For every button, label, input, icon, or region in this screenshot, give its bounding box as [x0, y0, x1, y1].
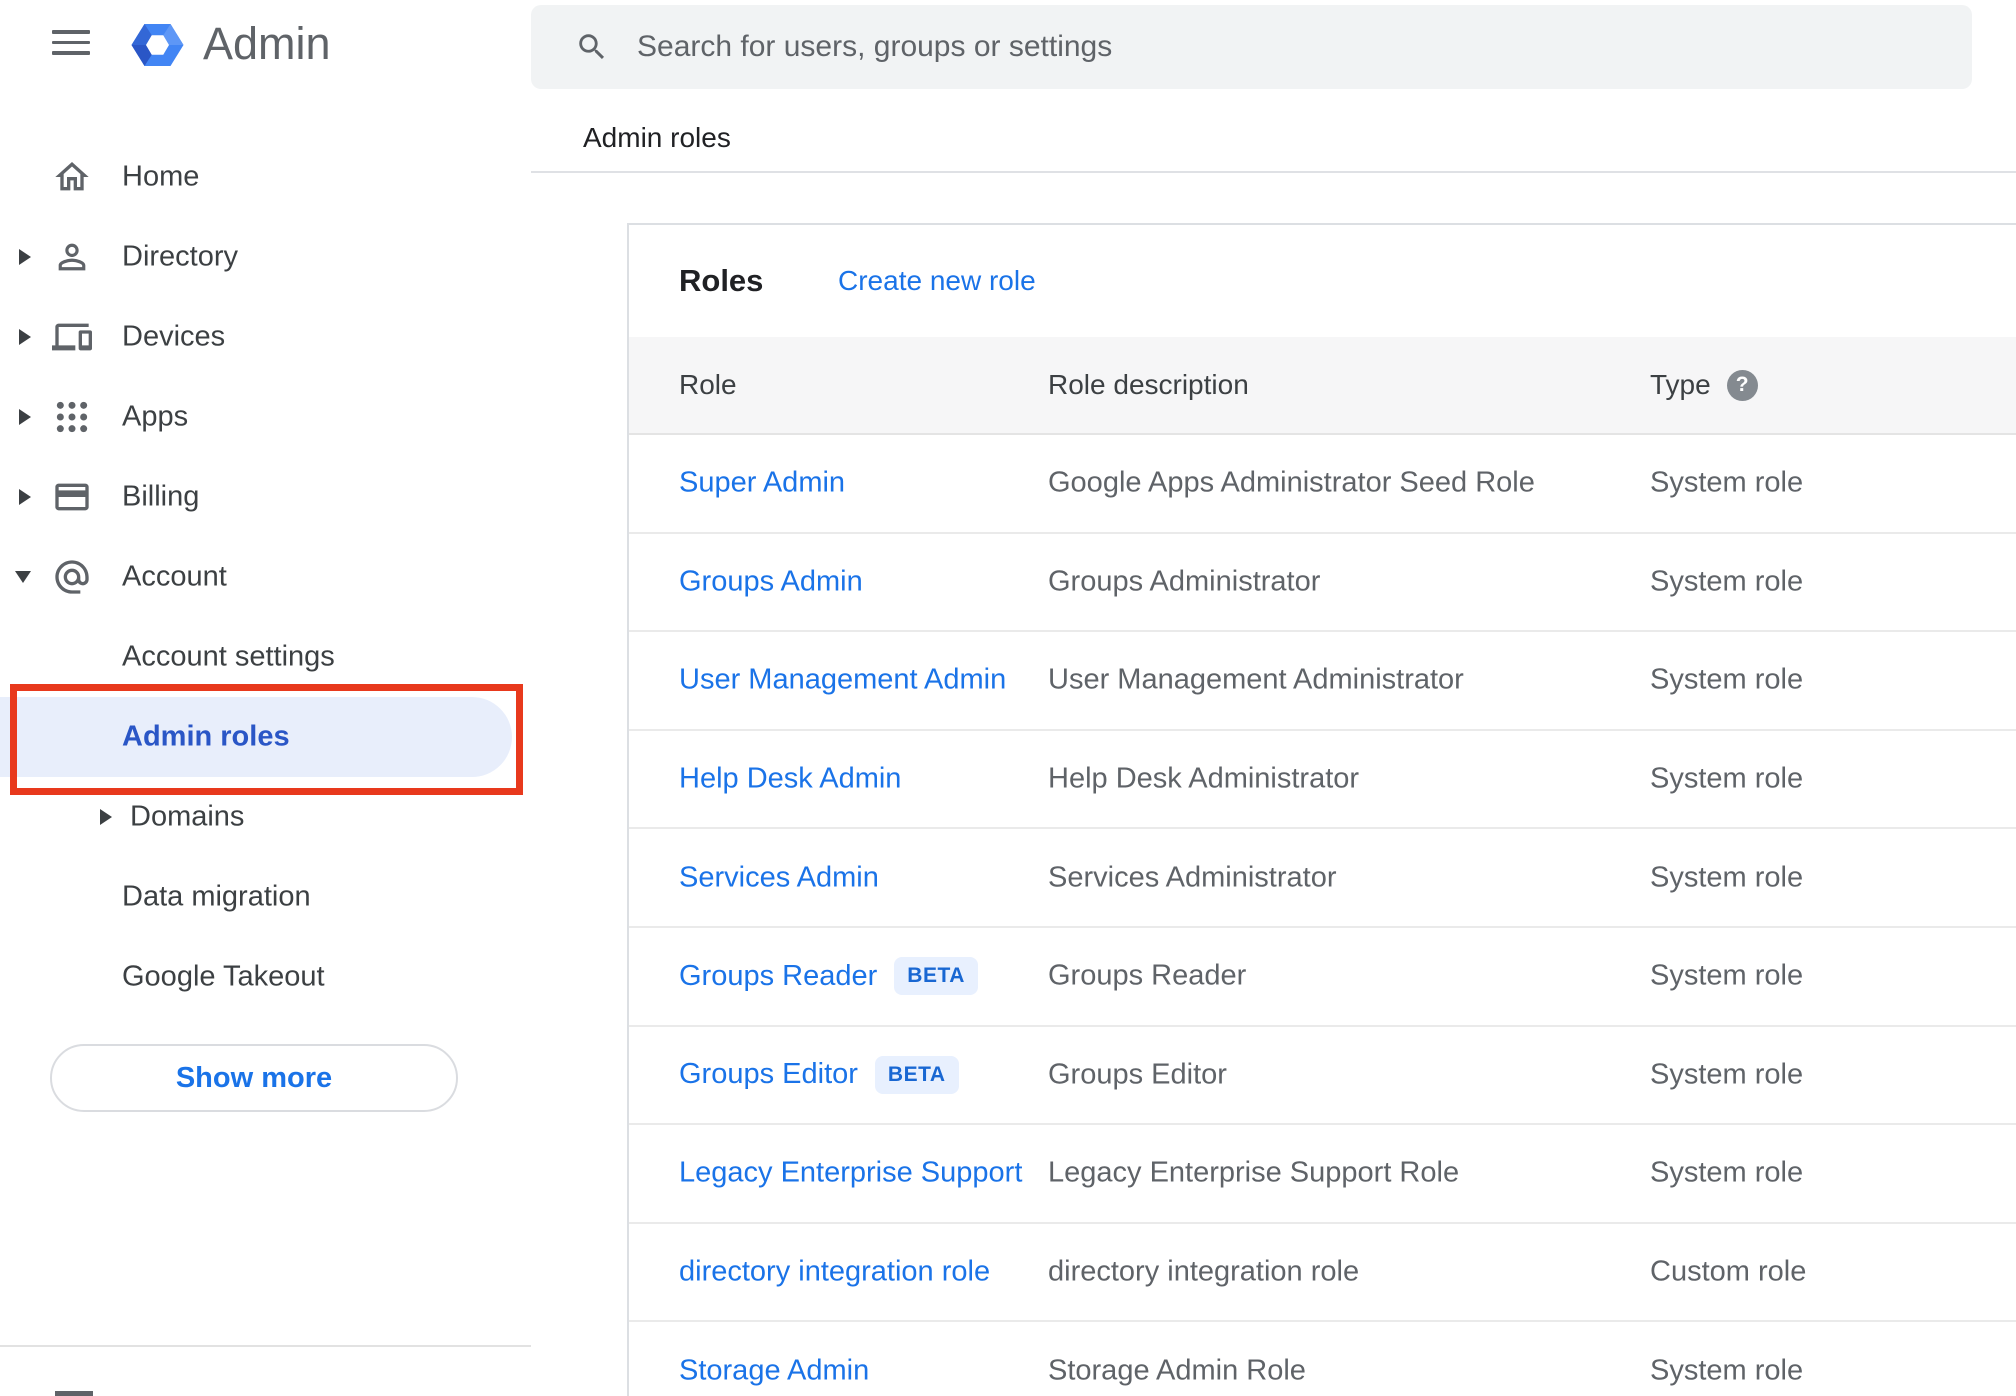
role-description: Google Apps Administrator Seed Role: [1048, 466, 1535, 499]
sidebar-item-label: Account settings: [122, 640, 335, 673]
role-description: Groups Administrator: [1048, 565, 1321, 598]
role-link[interactable]: Legacy Enterprise Support: [679, 1157, 1022, 1190]
apps-icon: [52, 397, 92, 437]
role-description: Help Desk Administrator: [1048, 762, 1360, 795]
role-description: Services Administrator: [1048, 861, 1337, 894]
role-link[interactable]: Storage Admin: [679, 1354, 869, 1387]
table-row[interactable]: directory integration role directory int…: [629, 1224, 2016, 1323]
role-description: User Management Administrator: [1048, 663, 1464, 696]
sidebar-item-label: Billing: [122, 480, 200, 513]
role-link[interactable]: directory integration role: [679, 1256, 990, 1289]
header-divider: [531, 171, 2016, 173]
table-row[interactable]: Help Desk Admin Help Desk Administrator …: [629, 731, 2016, 830]
sidebar-item-label: Google Takeout: [122, 960, 325, 993]
sidebar-item-account[interactable]: Account: [0, 537, 531, 617]
hamburger-menu-button[interactable]: [52, 30, 90, 55]
sidebar-bottom-divider: [0, 1345, 531, 1347]
table-body: Super Admin Google Apps Administrator Se…: [629, 435, 2016, 1396]
roles-panel-header: Roles Create new role: [629, 225, 2016, 337]
sidebar-item-domains[interactable]: Domains: [0, 777, 531, 857]
role-type: System role: [1650, 1354, 1804, 1387]
role-description: Legacy Enterprise Support Role: [1048, 1156, 1460, 1189]
role-description: Groups Editor: [1048, 1058, 1227, 1091]
role-link[interactable]: Groups Reader: [679, 960, 877, 993]
create-new-role-link[interactable]: Create new role: [838, 265, 1036, 297]
role-type: System role: [1650, 1156, 1804, 1189]
admin-hexagon-logo-icon: [131, 24, 184, 66]
search-input[interactable]: Search for users, groups or settings: [531, 5, 1972, 89]
sidebar-item-label: Data migration: [122, 880, 311, 913]
column-header-type: Type ?: [1650, 369, 1758, 401]
sidebar-item-devices[interactable]: Devices: [0, 297, 531, 377]
search-icon: [579, 34, 605, 60]
beta-badge: BETA: [894, 957, 978, 996]
table-row[interactable]: User Management Admin User Management Ad…: [629, 632, 2016, 731]
sidebar-item-label: Home: [122, 160, 200, 193]
expand-arrow-icon[interactable]: [19, 249, 31, 265]
role-link[interactable]: Help Desk Admin: [679, 763, 901, 796]
role-type: Custom role: [1650, 1255, 1807, 1288]
role-type: System role: [1650, 466, 1804, 499]
help-icon[interactable]: ?: [1726, 369, 1758, 401]
role-link[interactable]: Groups Editor: [679, 1058, 858, 1091]
sidebar-item-billing[interactable]: Billing: [0, 457, 531, 537]
sidebar-item-label: Directory: [122, 240, 239, 273]
table-row[interactable]: Groups Admin Groups Administrator System…: [629, 534, 2016, 633]
role-type: System role: [1650, 1058, 1804, 1091]
hamburger-icon: [52, 30, 90, 34]
role-type: System role: [1650, 861, 1804, 894]
expand-arrow-icon[interactable]: [19, 329, 31, 345]
devices-icon: [52, 317, 92, 357]
sidebar-item-home[interactable]: Home: [0, 137, 531, 217]
beta-badge: BETA: [874, 1055, 959, 1094]
role-type: System role: [1650, 762, 1804, 795]
home-icon: [52, 157, 92, 197]
collapse-arrow-icon[interactable]: [15, 571, 31, 583]
sidebar-item-label: Admin roles: [122, 720, 290, 753]
column-header-role: Role: [679, 369, 737, 400]
sidebar-item-google-takeout[interactable]: Google Takeout: [0, 937, 531, 1017]
table-row[interactable]: Services Admin Services Administrator Sy…: [629, 829, 2016, 928]
expand-arrow-icon[interactable]: [19, 409, 31, 425]
breadcrumb: Admin roles: [583, 122, 731, 153]
sidebar-item-apps[interactable]: Apps: [0, 377, 531, 457]
table-header-row: Role Role description Type ?: [629, 337, 2016, 435]
expand-arrow-icon[interactable]: [100, 809, 112, 825]
role-link[interactable]: Groups Admin: [679, 565, 863, 598]
role-link[interactable]: Super Admin: [679, 467, 845, 500]
sidebar-item-account-settings[interactable]: Account settings: [0, 617, 531, 697]
credit-card-icon: [52, 477, 92, 517]
person-icon: [52, 237, 92, 277]
role-link[interactable]: Services Admin: [679, 861, 879, 894]
table-row[interactable]: Storage Admin Storage Admin Role System …: [629, 1322, 2016, 1396]
table-row[interactable]: Legacy Enterprise Support Legacy Enterpr…: [629, 1125, 2016, 1224]
role-type: System role: [1650, 565, 1804, 598]
show-more-button[interactable]: Show more: [50, 1044, 458, 1112]
column-header-role-description: Role description: [1048, 369, 1249, 400]
sidebar-item-label: Devices: [122, 320, 226, 353]
expand-arrow-icon[interactable]: [19, 489, 31, 505]
table-row[interactable]: Groups Editor BETA Groups Editor System …: [629, 1027, 2016, 1126]
roles-panel: Roles Create new role Role Role descript…: [627, 223, 2016, 1396]
sidebar-item-label: Apps: [122, 400, 189, 433]
table-row[interactable]: Groups Reader BETA Groups Reader System …: [629, 928, 2016, 1027]
role-description: Storage Admin Role: [1048, 1354, 1306, 1387]
sidebar-item-label: Domains: [130, 800, 245, 833]
sidebar-item-directory[interactable]: Directory: [0, 217, 531, 297]
role-type: System role: [1650, 959, 1804, 992]
role-link[interactable]: User Management Admin: [679, 664, 1006, 697]
sidebar-item-admin-roles[interactable]: Admin roles: [0, 697, 531, 777]
product-name: Admin: [203, 18, 331, 69]
table-row[interactable]: Super Admin Google Apps Administrator Se…: [629, 435, 2016, 534]
role-description: directory integration role: [1048, 1255, 1360, 1288]
role-description: Groups Reader: [1048, 959, 1247, 992]
search-placeholder: Search for users, groups or settings: [637, 30, 1113, 63]
partial-bottom-icon: [55, 1391, 93, 1396]
panel-title: Roles: [679, 263, 764, 298]
at-email-icon: [52, 557, 92, 597]
sidebar-item-data-migration[interactable]: Data migration: [0, 857, 531, 937]
role-type: System role: [1650, 663, 1804, 696]
sidebar-item-label: Account: [122, 560, 227, 593]
